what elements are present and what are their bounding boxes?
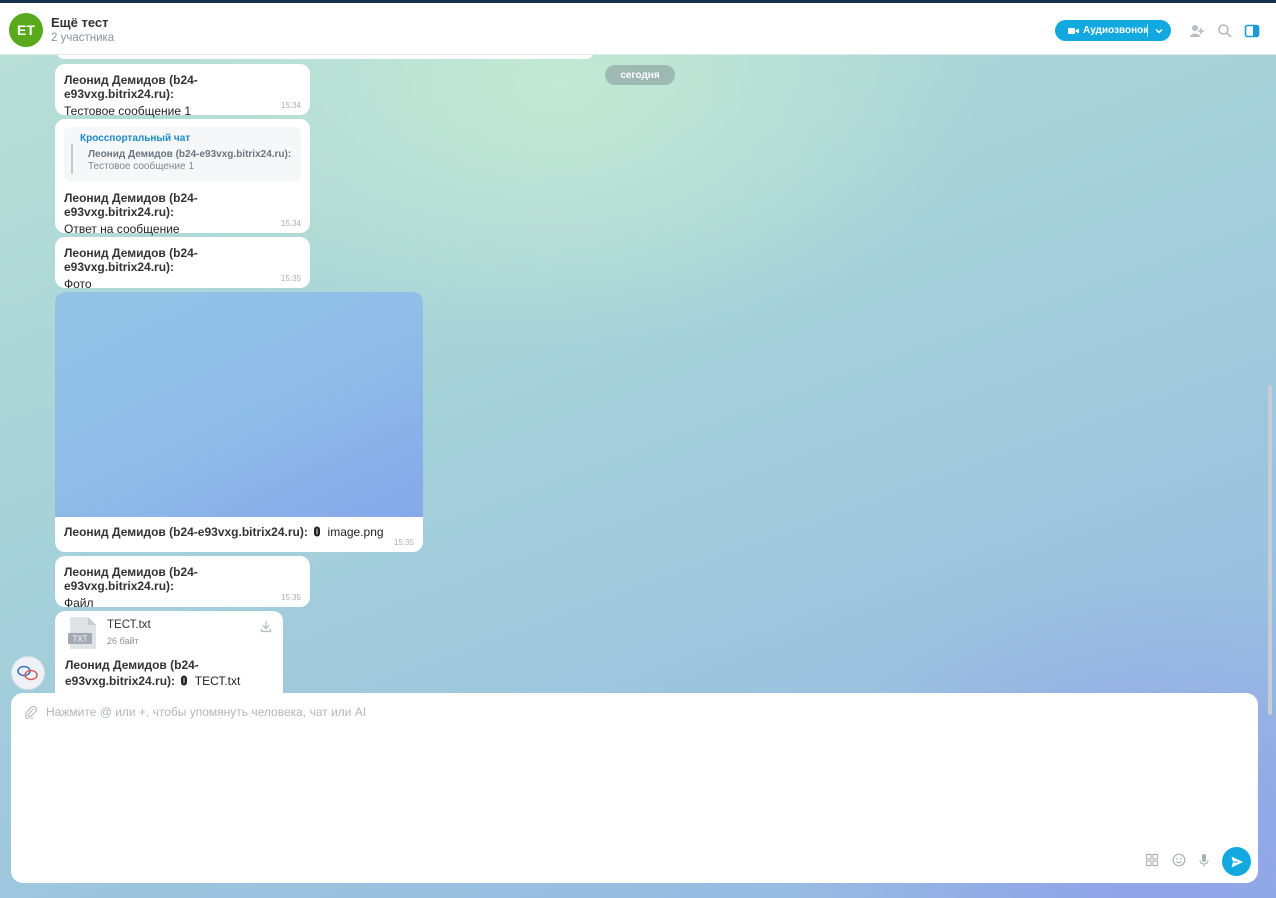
audio-call-label: Аудиозвонок [1083,25,1149,36]
add-user-icon[interactable] [1189,23,1205,39]
search-icon[interactable] [1217,23,1233,39]
message-bubble[interactable]: Леонид Демидов (b24-e93vxg.bitrix24.ru):… [55,237,310,291]
message-author: Леонид Демидов (b24-e93vxg.bitrix24.ru): [64,525,308,539]
message-author: Леонид Демидов (b24-e93vxg.bitrix24.ru): [64,565,198,593]
message-author: Леонид Демидов (b24-e93vxg.bitrix24.ru): [65,658,199,688]
image-caption: Леонид Демидов (b24-e93vxg.bitrix24.ru):… [64,525,384,539]
emoji-icon[interactable] [1172,853,1186,867]
call-button-divider [1147,24,1148,37]
video-camera-icon [1068,27,1079,34]
sender-avatar[interactable] [11,656,45,690]
message-text: Ответ на сообщение [64,222,180,236]
message-author: Леонид Демидов (b24-e93vxg.bitrix24.ru): [64,191,198,219]
quote-bar [71,144,73,174]
txt-file-icon[interactable]: TXT [68,617,98,649]
reply-quote[interactable]: Кросспортальный чат Леонид Демидов (b24-… [64,127,301,181]
chat-participants[interactable]: 2 участника [51,32,114,44]
attachment-name[interactable]: image.png [328,525,384,539]
download-icon[interactable] [259,619,273,633]
attachment-name[interactable]: ТЕСТ.txt [195,674,241,688]
previous-message-edge [55,55,595,59]
message-text: Файл [64,596,94,610]
panel-toggle-icon[interactable] [1244,23,1260,39]
crossportal-link-icon [17,665,38,681]
file-size: 26 байт [107,636,139,646]
paperclip-icon [314,526,321,537]
message-text: Тестовое сообщение 1 [64,104,192,118]
file-name[interactable]: ТЕСТ.txt [107,619,151,631]
audio-call-button[interactable]: Аудиозвонок [1055,20,1171,41]
chat-header: ET Ещё тест 2 участника Аудиозвонок [0,3,1276,55]
chevron-down-icon[interactable] [1153,25,1165,37]
message-time: 15:35 [280,593,301,602]
quote-text: Тестовое сообщение 1 [88,161,194,172]
message-bubble[interactable]: Леонид Демидов (b24-e93vxg.bitrix24.ru):… [55,64,310,118]
scrollbar[interactable] [1268,385,1272,715]
file-icon-label: TXT [72,635,87,644]
message-bubble[interactable]: Кросспортальный чат Леонид Демидов (b24-… [55,119,310,236]
apps-grid-icon[interactable] [1145,853,1159,867]
microphone-icon[interactable] [1197,853,1211,867]
message-time: 15:34 [280,101,301,110]
paperclip-icon [181,675,188,686]
message-time: 15:35 [280,274,301,283]
message-author: Леонид Демидов (b24-e93vxg.bitrix24.ru): [64,246,198,274]
chat-title[interactable]: Ещё тест [51,15,109,30]
message-input[interactable] [44,701,1148,723]
chat-avatar[interactable]: ET [9,13,43,47]
message-time: 15:34 [280,219,301,228]
send-icon [1231,856,1243,867]
quote-author: Леонид Демидов (b24-e93vxg.bitrix24.ru): [88,149,292,160]
send-button[interactable] [1222,847,1251,876]
image-preview[interactable] [55,292,423,517]
image-message-bubble[interactable]: Леонид Демидов (b24-e93vxg.bitrix24.ru):… [55,292,423,552]
message-text: Фото [64,277,92,291]
message-author: Леонид Демидов (b24-e93vxg.bitrix24.ru): [64,73,198,101]
quote-chat-title: Кросспортальный чат [80,133,191,144]
message-time: 15:35 [393,538,414,547]
file-caption: Леонид Демидов (b24-e93vxg.bitrix24.ru):… [65,657,275,689]
date-separator: сегодня [605,65,675,85]
paperclip-icon[interactable] [24,705,38,719]
message-composer [11,693,1258,883]
message-bubble[interactable]: Леонид Демидов (b24-e93vxg.bitrix24.ru):… [55,556,310,610]
